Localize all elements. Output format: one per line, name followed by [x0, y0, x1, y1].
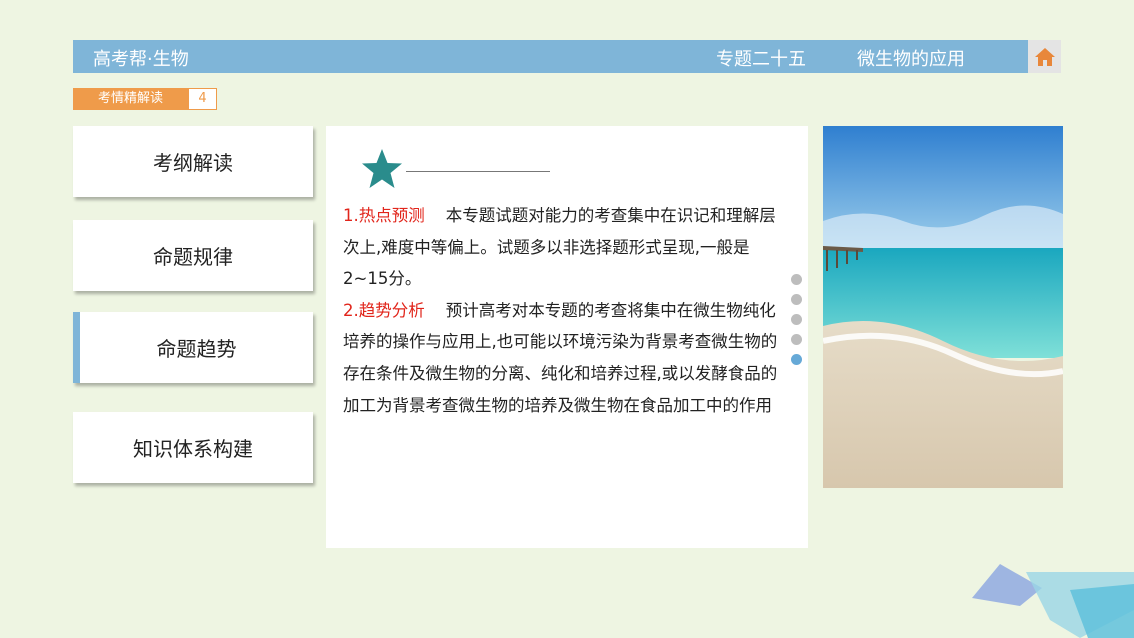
section-tag-label: 考情精解读 [73, 88, 188, 110]
content-panel: 1.热点预测 本专题试题对能力的考查集中在识记和理解层次上,难度中等偏上。试题多… [326, 126, 808, 548]
pager-dot-active[interactable] [791, 354, 802, 365]
decorative-shapes [972, 564, 1134, 638]
star-icon [362, 149, 402, 188]
menu-item-trends[interactable]: 命题趋势 [73, 312, 313, 383]
brand-title: 高考帮·生物 [93, 49, 189, 70]
chapter-label: 专题二十五 [716, 49, 806, 70]
home-icon [1034, 47, 1055, 66]
divider-line [406, 171, 550, 172]
menu-item-label: 命题规律 [153, 245, 233, 269]
pager-dot[interactable] [791, 294, 802, 305]
chapter-title: 微生物的应用 [857, 49, 965, 70]
pager-dot[interactable] [791, 314, 802, 325]
section-tag-page: 4 [188, 88, 217, 110]
header-bar: 高考帮·生物 专题二十五 微生物的应用 [73, 40, 1028, 73]
paragraph-trend-analysis: 2.趋势分析 预计高考对本专题的考查将集中在微生物纯化培养的操作与应用上,也可能… [343, 295, 779, 421]
menu-item-rules[interactable]: 命题规律 [73, 220, 313, 291]
menu-item-label: 命题趋势 [156, 337, 237, 361]
paragraph-hot-predict: 1.热点预测 本专题试题对能力的考查集中在识记和理解层次上,难度中等偏上。试题多… [343, 200, 779, 295]
pager-dots [791, 274, 802, 374]
section-tag: 考情精解读 4 [73, 88, 217, 110]
menu-item-outline[interactable]: 考纲解读 [73, 126, 313, 197]
menu-item-knowledge-system[interactable]: 知识体系构建 [73, 412, 313, 483]
paragraph-heading: 1.热点预测 [343, 206, 425, 225]
home-button[interactable] [1028, 40, 1061, 73]
pager-dot[interactable] [791, 334, 802, 345]
menu-item-label: 考纲解读 [153, 151, 233, 175]
content-text: 1.热点预测 本专题试题对能力的考查集中在识记和理解层次上,难度中等偏上。试题多… [343, 200, 779, 421]
pager-dot[interactable] [791, 274, 802, 285]
beach-photo [823, 126, 1063, 488]
menu-item-label: 知识体系构建 [133, 437, 253, 461]
paragraph-heading: 2.趋势分析 [343, 300, 425, 320]
